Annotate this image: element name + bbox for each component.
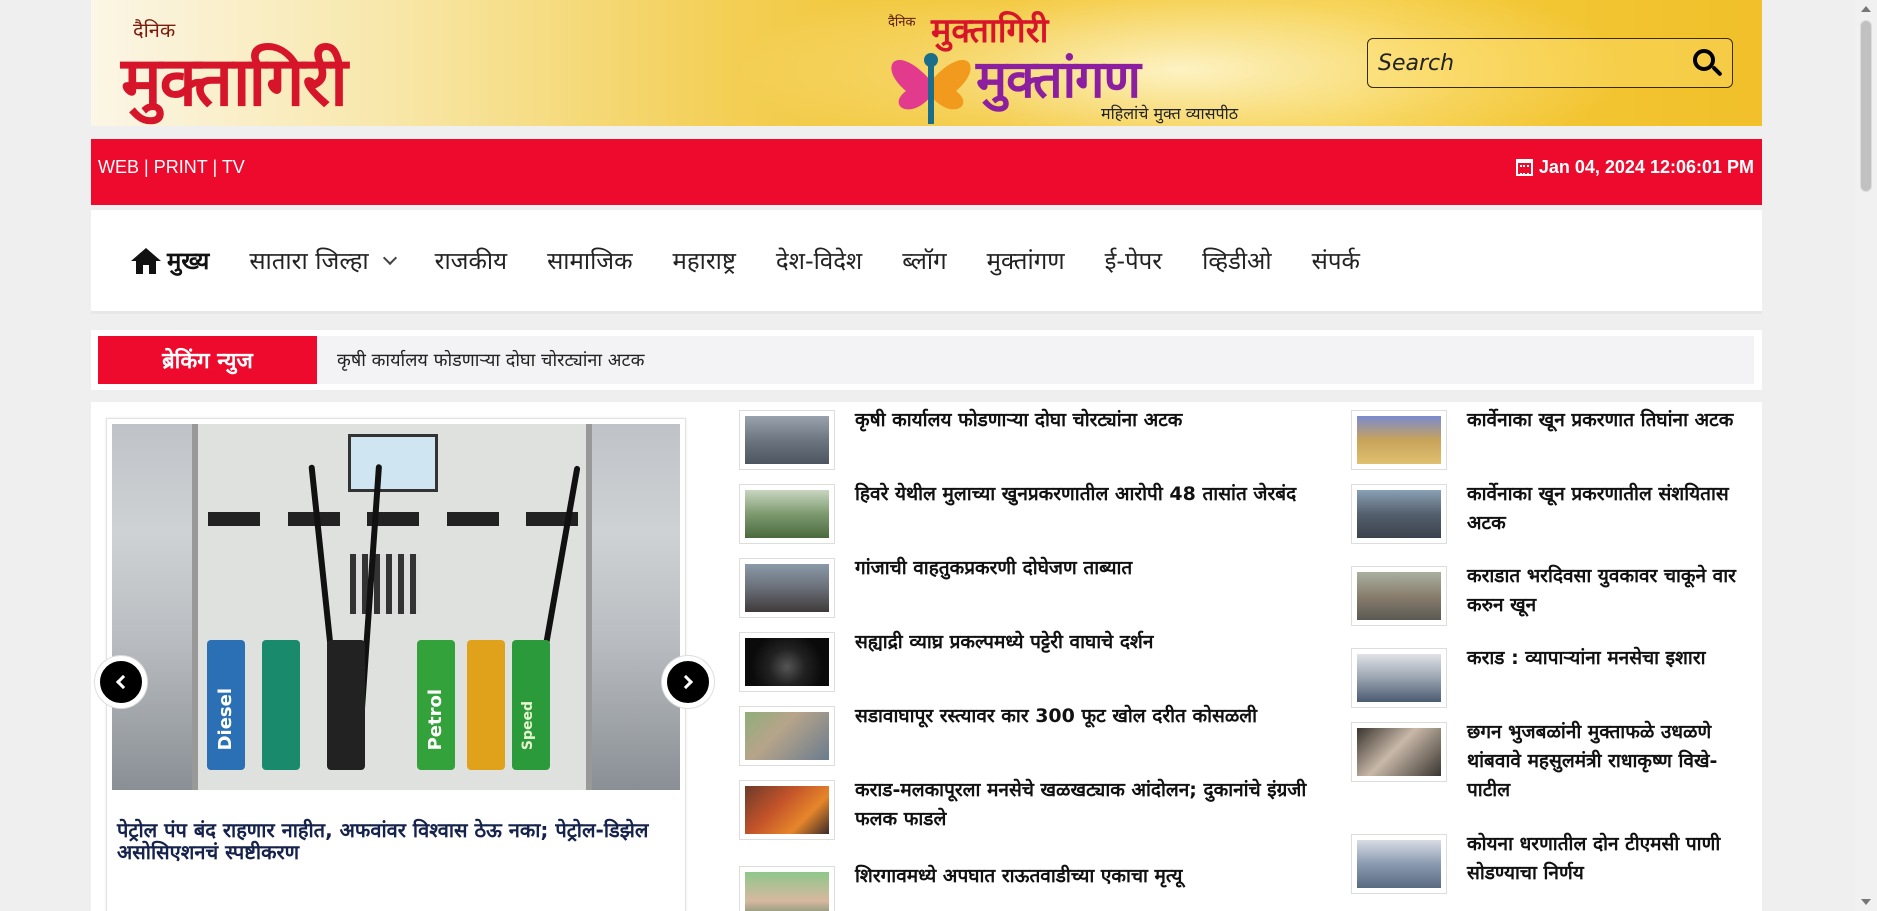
ticker-headline[interactable]: कृषी कार्यालय फोडणाऱ्या दोघा चोरट्यांना … bbox=[337, 348, 644, 372]
news-headline[interactable]: सह्याद्री व्याघ्र प्रकल्पमध्ये पट्टेरी व… bbox=[855, 628, 1153, 692]
news-thumbnail[interactable] bbox=[1351, 410, 1447, 470]
list-item[interactable]: कराड : व्यापाऱ्यांना मनसेचा इशारा bbox=[1351, 647, 1756, 708]
news-headline[interactable]: कराड-मलकापूरला मनसेचे खळखट्याक आंदोलन; द… bbox=[855, 776, 1339, 840]
news-thumbnail[interactable] bbox=[739, 632, 835, 692]
list-item[interactable]: कृषी कार्यालय फोडणाऱ्या दोघा चोरट्यांना … bbox=[739, 409, 1339, 470]
print-link[interactable]: PRINT bbox=[154, 157, 208, 177]
news-thumbnail[interactable] bbox=[739, 780, 835, 840]
nav-blog[interactable]: ब्लॉग bbox=[902, 244, 946, 277]
logo-name: मुक्तागिरी bbox=[121, 43, 348, 122]
news-headline[interactable]: कराडात भरदिवसा युवकावर चाकूने वार करुन ख… bbox=[1467, 562, 1756, 626]
separator: | bbox=[212, 157, 218, 177]
list-item[interactable]: सडावाघापूर रस्त्यावर कार 300 फूट खोल दरी… bbox=[739, 705, 1339, 766]
diesel-label: Diesel bbox=[215, 687, 236, 750]
list-item[interactable]: कार्वेनाका खून प्रकरणातील संशयितास अटक bbox=[1351, 483, 1756, 544]
chevron-left-icon bbox=[115, 674, 131, 690]
nav-epaper[interactable]: ई-पेपर bbox=[1105, 244, 1163, 277]
calendar-icon bbox=[1515, 159, 1533, 176]
news-headline[interactable]: छगन भुजबळांनी मुक्ताफळे उधळणे थांबवावे म… bbox=[1467, 718, 1756, 805]
list-item[interactable]: कार्वेनाका खून प्रकरणात तिघांना अटक bbox=[1351, 409, 1756, 470]
list-item[interactable]: शिरगावमध्ये अपघात राऊतवाडीच्या एकाचा मृत… bbox=[739, 865, 1339, 911]
breaking-news-ticker[interactable]: कृषी कार्यालय फोडणाऱ्या दोघा चोरट्यांना … bbox=[317, 336, 1754, 384]
nav-maharashtra[interactable]: महाराष्ट्र bbox=[673, 244, 736, 277]
scroll-down-icon[interactable] bbox=[1861, 899, 1871, 905]
center-tagline: महिलांचे मुक्त व्यासपीठ bbox=[1101, 104, 1239, 123]
home-icon bbox=[131, 247, 161, 274]
current-datetime: Jan 04, 2024 12:06:01 PM bbox=[1515, 157, 1754, 178]
nav-satara-district[interactable]: सातारा जिल्हा bbox=[249, 244, 397, 277]
slide-image[interactable]: Diesel Petrol Speed bbox=[112, 424, 680, 790]
tv-link[interactable]: TV bbox=[222, 157, 245, 177]
separator: | bbox=[144, 157, 149, 177]
news-headline[interactable]: कार्वेनाका खून प्रकरणात तिघांना अटक bbox=[1467, 406, 1733, 470]
chevron-right-icon bbox=[678, 674, 694, 690]
nav-label: सातारा जिल्हा bbox=[249, 247, 369, 275]
slide-caption[interactable]: पेट्रोल पंप बंद राहणार नाहीत, अफवांवर वि… bbox=[117, 819, 677, 863]
search-box bbox=[1367, 38, 1733, 88]
list-item[interactable]: गांजाची वाहतुकप्रकरणी दोघेजण ताब्यात bbox=[739, 557, 1339, 618]
news-thumbnail[interactable] bbox=[1351, 566, 1447, 626]
news-thumbnail[interactable] bbox=[739, 866, 835, 911]
news-thumbnail[interactable] bbox=[1351, 484, 1447, 544]
scroll-up-icon[interactable] bbox=[1861, 6, 1871, 12]
site-logo[interactable]: दैनिक मुक्तागिरी bbox=[121, 14, 451, 122]
list-item[interactable]: छगन भुजबळांनी मुक्ताफळे उधळणे थांबवावे म… bbox=[1351, 721, 1756, 805]
list-item[interactable]: सह्याद्री व्याघ्र प्रकल्पमध्ये पट्टेरी व… bbox=[739, 631, 1339, 692]
slider-next-button[interactable] bbox=[662, 656, 714, 708]
news-thumbnail[interactable] bbox=[739, 410, 835, 470]
nav-home-label: मुख्य bbox=[167, 247, 210, 275]
main-nav: मुख्य सातारा जिल्हा राजकीय सामाजिक महारा… bbox=[91, 210, 1762, 314]
breaking-news-bar: ब्रेकिंग न्युज कृषी कार्यालय फोडणाऱ्या द… bbox=[91, 330, 1762, 390]
nav-home[interactable]: मुख्य bbox=[131, 244, 209, 277]
web-link[interactable]: WEB bbox=[98, 157, 139, 177]
search-input[interactable] bbox=[1368, 50, 1682, 76]
page-scrollbar[interactable] bbox=[1855, 0, 1877, 911]
news-headline[interactable]: सडावाघापूर रस्त्यावर कार 300 फूट खोल दरी… bbox=[855, 702, 1257, 766]
news-thumbnail[interactable] bbox=[1351, 834, 1447, 894]
nav-world[interactable]: देश-विदेश bbox=[776, 244, 862, 277]
news-headline[interactable]: शिरगावमध्ये अपघात राऊतवाडीच्या एकाचा मृत… bbox=[855, 862, 1182, 911]
news-thumbnail[interactable] bbox=[739, 484, 835, 544]
news-headline[interactable]: गांजाची वाहतुकप्रकरणी दोघेजण ताब्यात bbox=[855, 554, 1132, 618]
petrol-label: Petrol bbox=[425, 688, 446, 750]
header-banner: दैनिक मुक्तागिरी दैनिक मुक्तागिरी मुक्ता… bbox=[91, 0, 1762, 126]
list-item[interactable]: हिवरे येथील मुलाच्या खुनप्रकरणातील आरोपी… bbox=[739, 483, 1339, 544]
speed-label: Speed bbox=[520, 700, 536, 750]
list-item[interactable]: कराडात भरदिवसा युवकावर चाकूने वार करुन ख… bbox=[1351, 565, 1756, 626]
chevron-down-icon bbox=[382, 250, 397, 265]
news-headline[interactable]: हिवरे येथील मुलाच्या खुनप्रकरणातील आरोपी… bbox=[855, 480, 1296, 544]
news-headline[interactable]: कार्वेनाका खून प्रकरणातील संशयितास अटक bbox=[1467, 480, 1756, 544]
news-thumbnail[interactable] bbox=[1351, 648, 1447, 708]
nav-muktangan[interactable]: मुक्तांगण bbox=[987, 244, 1065, 277]
nav-social[interactable]: सामाजिक bbox=[547, 244, 632, 277]
datetime-text: Jan 04, 2024 12:06:01 PM bbox=[1538, 157, 1754, 177]
top-bar: WEB | PRINT | TV Jan 04, 2024 12:06:01 P… bbox=[91, 139, 1762, 205]
list-item[interactable]: कोयना धरणातील दोन टीएमसी पाणी सोडण्याचा … bbox=[1351, 833, 1756, 894]
news-thumbnail[interactable] bbox=[1351, 722, 1447, 782]
page-wrapper: दैनिक मुक्तागिरी दैनिक मुक्तागिरी मुक्ता… bbox=[91, 0, 1762, 911]
featured-slider: Diesel Petrol Speed पेट्रोल पंप बंद राहण… bbox=[95, 418, 714, 911]
muktangan-logo[interactable]: दैनिक मुक्तागिरी मुक्तांगण महिलांचे मुक्… bbox=[876, 6, 1256, 124]
center-dainik: दैनिक bbox=[888, 15, 916, 30]
nav-political[interactable]: राजकीय bbox=[435, 244, 507, 277]
main-content: Diesel Petrol Speed पेट्रोल पंप बंद राहण… bbox=[91, 402, 1762, 911]
nav-contact[interactable]: संपर्क bbox=[1312, 244, 1360, 277]
news-thumbnail[interactable] bbox=[739, 558, 835, 618]
nav-video[interactable]: व्हिडीओ bbox=[1202, 244, 1272, 277]
news-thumbnail[interactable] bbox=[739, 706, 835, 766]
news-headline[interactable]: कराड : व्यापाऱ्यांना मनसेचा इशारा bbox=[1467, 644, 1706, 708]
news-headline[interactable]: कोयना धरणातील दोन टीएमसी पाणी सोडण्याचा … bbox=[1467, 830, 1756, 894]
search-icon[interactable] bbox=[1682, 39, 1732, 87]
breaking-news-label: ब्रेकिंग न्युज bbox=[98, 336, 317, 384]
list-item[interactable]: कराड-मलकापूरला मनसेचे खळखट्याक आंदोलन; द… bbox=[739, 779, 1339, 840]
scrollbar-thumb[interactable] bbox=[1860, 20, 1872, 192]
media-links: WEB | PRINT | TV bbox=[98, 157, 245, 178]
slider-prev-button[interactable] bbox=[95, 656, 147, 708]
news-headline[interactable]: कृषी कार्यालय फोडणाऱ्या दोघा चोरट्यांना … bbox=[855, 406, 1182, 470]
